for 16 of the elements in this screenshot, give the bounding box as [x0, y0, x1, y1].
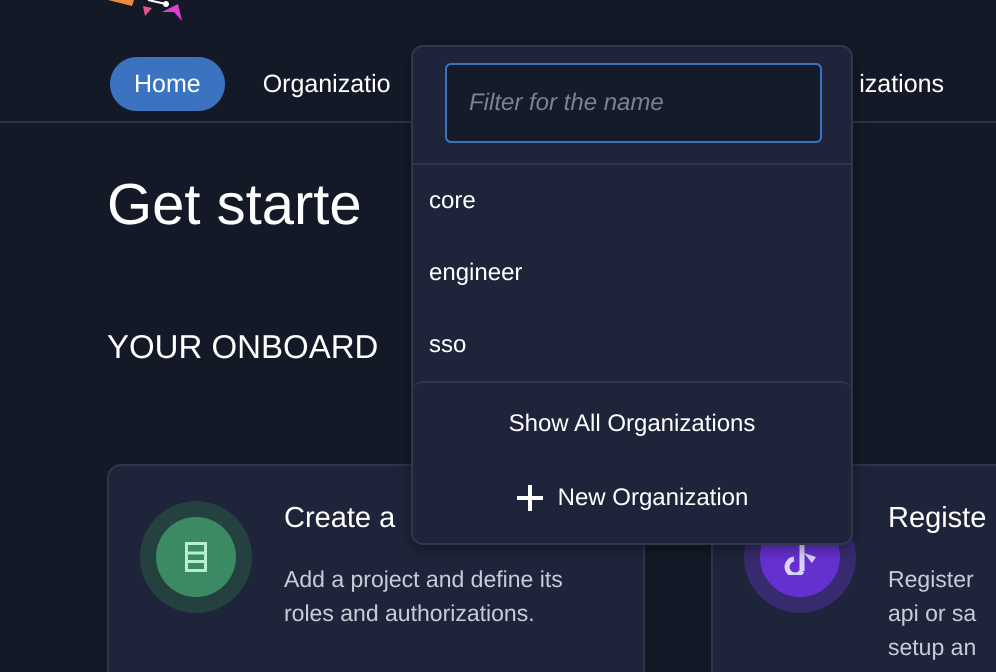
page-title: Get starte	[107, 171, 362, 239]
organization-item[interactable]: sso	[413, 309, 851, 381]
card-title: Registe	[888, 501, 986, 536]
nav-tab[interactable]: izations	[855, 57, 948, 111]
card-description: Add a project and define its roles and authorizations.	[284, 565, 563, 628]
organization-item[interactable]: engineer	[413, 237, 851, 309]
show-all-button[interactable]: Show All Organizations	[500, 395, 764, 453]
nav-tab[interactable]: Home	[110, 57, 225, 111]
card-description: Register api or sa setup an	[888, 565, 978, 662]
nav-tab[interactable]: Organizatio	[258, 57, 395, 111]
section-heading: YOUR ONBOARD	[107, 327, 378, 367]
list-icon	[185, 542, 207, 572]
filter-field[interactable]: Filter for the name	[445, 63, 822, 143]
card-title: Create a	[284, 501, 396, 536]
plus-icon	[516, 484, 544, 512]
organization-item[interactable]: core	[413, 165, 851, 237]
